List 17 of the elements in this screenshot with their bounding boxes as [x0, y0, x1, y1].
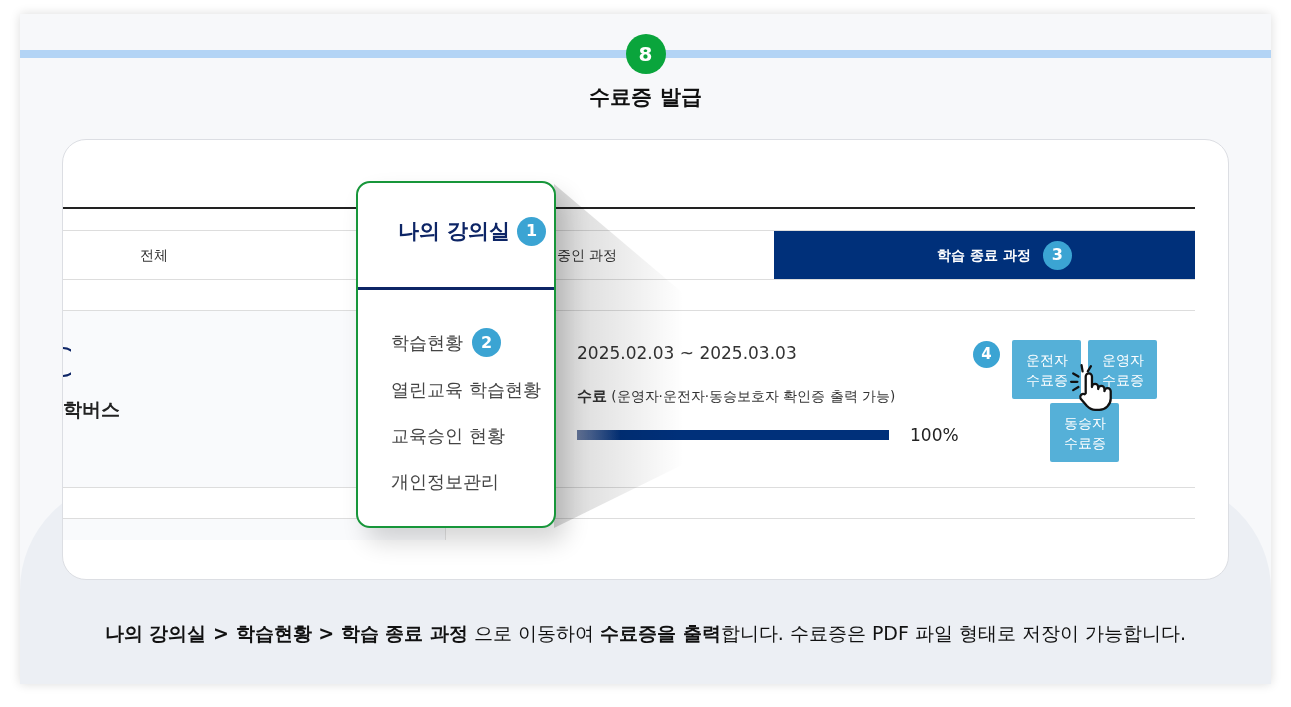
course-period: 2025.02.03 ~ 2025.03.03: [577, 342, 797, 365]
step-marker: 4: [973, 341, 1000, 368]
menu-item[interactable]: 학습현황: [391, 329, 463, 356]
caption-text: 나의 강의실 > 학습현황 > 학습 종료 과정 으로 이동하여 수료증을 출력합니다. 수료증은 PDF 파일 형태로 저장이 가능합니다.: [104, 621, 1187, 645]
progress-percent: 100%: [910, 424, 959, 447]
step-number: 8: [625, 34, 666, 74]
menu-item[interactable]: 열린교육 학습현황: [391, 377, 541, 403]
step-marker: 3: [1042, 240, 1072, 270]
tab[interactable]: 학습 종료 과정 3: [774, 231, 1195, 279]
menu-item[interactable]: 교육승인 현황: [391, 423, 505, 449]
step-marker: 1: [517, 216, 546, 246]
step-marker: 2: [472, 328, 501, 357]
menu-item[interactable]: 개인정보관리: [391, 469, 499, 495]
ring-icon: [63, 347, 71, 377]
course-status: 수료 (운영자·운전자·동승보호자 확인증 출력 가능): [577, 386, 896, 407]
course-title: 학버스: [63, 397, 120, 422]
step-title: 수료증 발급: [589, 84, 702, 110]
